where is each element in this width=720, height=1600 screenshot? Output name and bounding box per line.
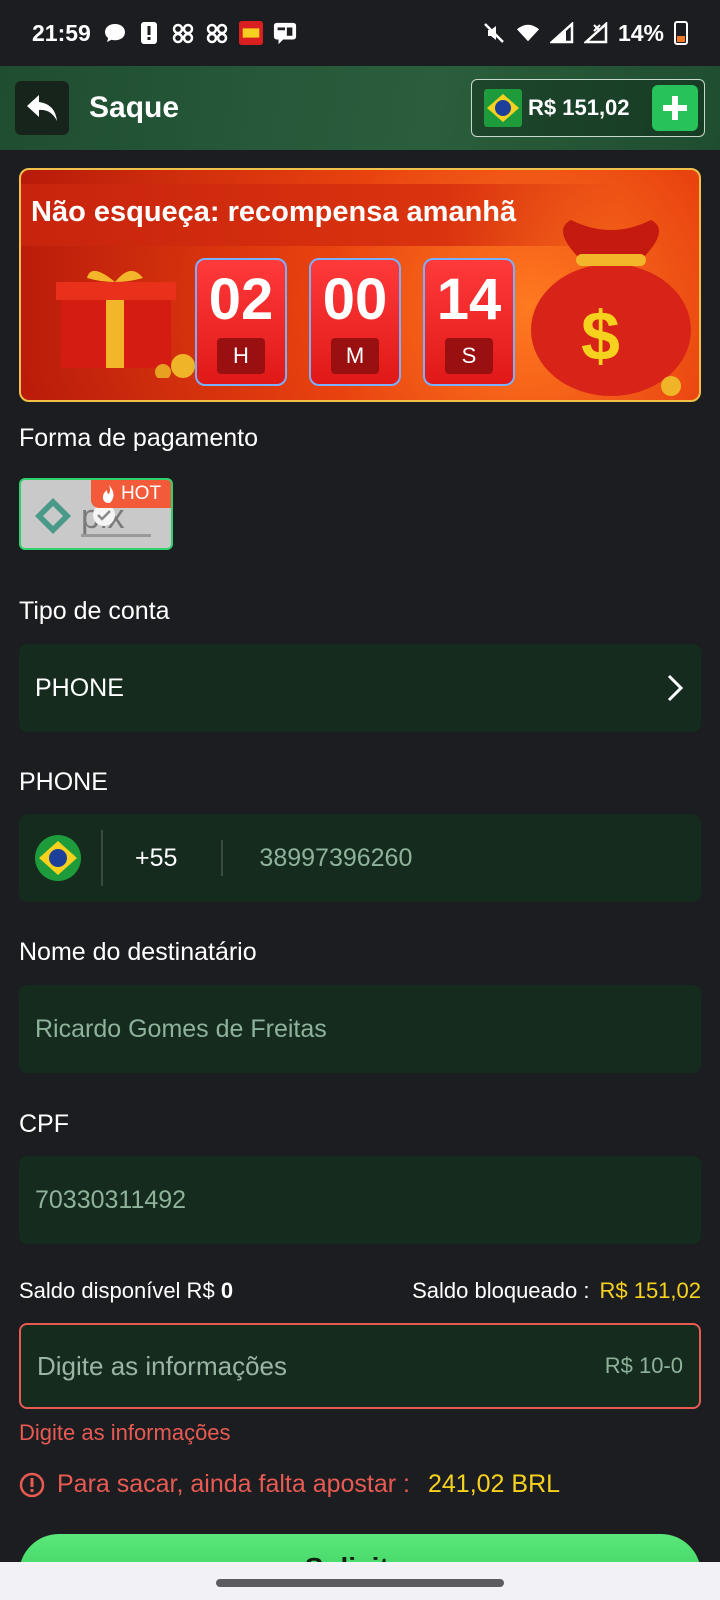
countdown-minutes: 00 M <box>309 258 401 386</box>
available-balance: Saldo disponível R$ 0 <box>19 1278 233 1304</box>
mute-icon <box>482 21 506 45</box>
pix-payment-option[interactable]: pix HOT <box>19 478 173 550</box>
blocked-balance-value: R$ 151,02 <box>599 1278 701 1303</box>
hot-badge: HOT <box>91 480 171 508</box>
hot-badge-label: HOT <box>120 483 162 504</box>
banner-title: Não esqueça: recompensa amanhã <box>31 196 517 228</box>
divider <box>101 830 103 886</box>
svg-text:$: $ <box>581 297 620 375</box>
payment-method-label: Forma de pagamento <box>19 424 259 452</box>
account-type-label: Tipo de conta <box>19 597 170 625</box>
amount-range: R$ 10-0 <box>604 1353 683 1378</box>
cpf-input[interactable]: 70330311492 <box>19 1156 701 1244</box>
countdown-hours-value: 02 <box>208 267 274 332</box>
brazil-flag-icon <box>484 89 522 127</box>
back-arrow-icon <box>27 95 57 121</box>
countdown-seconds-value: 14 <box>436 267 502 332</box>
balance-widget[interactable]: R$ 151,02 <box>471 79 705 137</box>
warning-text: Para sacar, ainda falta apostar : <box>57 1470 410 1498</box>
header-balance: R$ 151,02 <box>528 95 630 120</box>
header-bar: Saque R$ 151,02 <box>0 66 720 150</box>
country-code[interactable]: +55 <box>135 844 177 873</box>
available-balance-label: Saldo disponível R$ <box>19 1278 215 1303</box>
chat-bubble-icon <box>103 21 127 45</box>
cpf-value: 70330311492 <box>35 1185 187 1214</box>
notification-icons <box>103 21 297 45</box>
withdraw-amount-input[interactable]: Digite as informações R$ 10-0 <box>19 1323 701 1409</box>
account-type-select[interactable]: PHONE <box>19 644 701 732</box>
reward-countdown-banner[interactable]: Não esqueça: recompensa amanhã $ 02 H 00… <box>19 168 701 402</box>
system-icons: 14% <box>482 20 688 47</box>
message-icon <box>273 21 297 45</box>
blocked-balance-label: Saldo bloqueado : <box>412 1278 590 1303</box>
battery-icon <box>674 21 688 45</box>
status-bar: 21:59 14% <box>0 0 720 66</box>
recipient-name-input[interactable]: Ricardo Gomes de Freitas <box>19 985 701 1073</box>
deposit-plus-button[interactable] <box>652 85 698 131</box>
countdown-seconds-unit: S <box>445 338 493 374</box>
cpf-label: CPF <box>19 1110 69 1138</box>
brazil-flag-icon[interactable] <box>35 835 81 881</box>
blocked-balance: Saldo bloqueado : R$ 151,02 <box>412 1278 701 1304</box>
plus-icon <box>663 96 687 120</box>
countdown-seconds: 14 S <box>423 258 515 386</box>
home-gesture-handle[interactable] <box>216 1579 504 1587</box>
phone-field[interactable]: +55 38997396260 <box>19 814 701 902</box>
countdown-minutes-value: 00 <box>322 267 388 332</box>
recipient-name-value: Ricardo Gomes de Freitas <box>35 1014 327 1043</box>
chevron-right-icon <box>667 674 684 702</box>
phone-number-input[interactable]: 38997396260 <box>259 844 412 873</box>
available-balance-value: 0 <box>220 1278 234 1303</box>
status-time: 21:59 <box>32 19 91 46</box>
game-app-icon <box>238 21 263 45</box>
account-type-value: PHONE <box>35 673 124 702</box>
cat-icon <box>205 21 229 45</box>
wifi-icon <box>516 21 540 45</box>
money-bag-icon: $ <box>531 220 691 396</box>
countdown-minutes-unit: M <box>331 338 379 374</box>
signal-icon <box>549 21 574 45</box>
bet-requirement-warning: Para sacar, ainda falta apostar : 241,02… <box>19 1470 560 1499</box>
amount-error-text: Digite as informações <box>19 1420 231 1445</box>
amount-placeholder: Digite as informações <box>37 1350 287 1381</box>
alert-icon <box>137 21 161 45</box>
cat-icon <box>171 21 195 45</box>
gift-icon <box>56 270 195 378</box>
flame-icon <box>102 485 114 503</box>
warning-amount: 241,02 BRL <box>428 1470 561 1498</box>
back-button[interactable] <box>15 81 69 135</box>
balance-summary-row: Saldo disponível R$ 0 Saldo bloqueado : … <box>19 1278 701 1304</box>
battery-percent: 14% <box>617 19 664 46</box>
phone-label: PHONE <box>19 768 108 796</box>
countdown-hours: 02 H <box>195 258 287 386</box>
warning-circle-icon <box>19 1472 45 1497</box>
page-title: Saque <box>89 91 180 124</box>
divider <box>221 840 224 876</box>
signal-icon <box>583 21 608 45</box>
recipient-name-label: Nome do destinatário <box>19 938 257 966</box>
countdown-hours-unit: H <box>217 338 265 374</box>
system-nav-bar <box>0 1562 720 1600</box>
